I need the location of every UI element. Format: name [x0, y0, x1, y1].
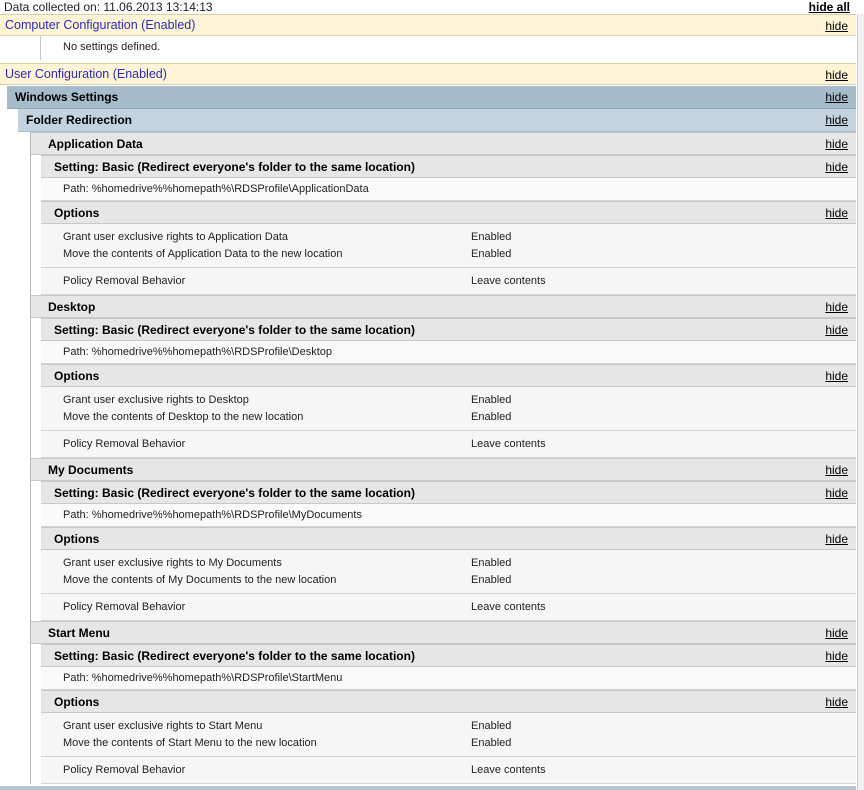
options-hide-link[interactable]: hide — [825, 369, 848, 383]
options-hide-link[interactable]: hide — [825, 532, 848, 546]
setting-title: Setting: Basic (Redirect everyone's fold… — [54, 160, 415, 174]
user-configuration-title: User Configuration (Enabled) — [5, 67, 167, 81]
move-contents-value: Enabled — [471, 737, 512, 749]
no-settings-text: No settings defined. — [63, 41, 161, 53]
setting-title: Setting: Basic (Redirect everyone's fold… — [54, 323, 415, 337]
path-row: Path: %homedrive%%homepath%\RDSProfile\D… — [41, 341, 856, 364]
policy-removal-row: Policy Removal Behavior Leave contents — [41, 268, 856, 295]
folder-header[interactable]: Start Menu hide — [31, 621, 856, 644]
folder-hide-link[interactable]: hide — [825, 463, 848, 477]
policy-removal-row: Policy Removal Behavior Leave contents — [41, 594, 856, 621]
windows-settings-hide-link[interactable]: hide — [825, 90, 848, 104]
path-text: Path: %homedrive%%homepath%\RDSProfile\M… — [63, 509, 362, 521]
move-contents-label: Move the contents of Desktop to the new … — [63, 411, 304, 423]
options-hide-link[interactable]: hide — [825, 206, 848, 220]
grant-rights-label: Grant user exclusive rights to My Docume… — [63, 557, 282, 569]
hide-all-link[interactable]: hide all — [809, 0, 850, 14]
policy-removal-label: Policy Removal Behavior — [63, 601, 186, 613]
windows-settings-header[interactable]: Windows Settings hide — [7, 86, 856, 109]
setting-header[interactable]: Setting: Basic (Redirect everyone's fold… — [41, 644, 856, 667]
folder-name: Desktop — [48, 300, 96, 314]
policy-removal-row: Policy Removal Behavior Leave contents — [41, 757, 856, 784]
folder-header[interactable]: Application Data hide — [31, 132, 856, 155]
setting-title: Setting: Basic (Redirect everyone's fold… — [54, 649, 415, 663]
path-row: Path: %homedrive%%homepath%\RDSProfile\M… — [41, 504, 856, 527]
folder-block: My Documents hide Setting: Basic (Redirect… — [30, 458, 856, 621]
options-title: Options — [54, 532, 100, 546]
folder-redirection-title: Folder Redirection — [26, 113, 133, 127]
move-contents-label: Move the contents of Start Menu to the n… — [63, 737, 317, 749]
folder-header[interactable]: Desktop hide — [31, 295, 856, 318]
computer-configuration-body: No settings defined. — [40, 36, 856, 60]
setting-header[interactable]: Setting: Basic (Redirect everyone's fold… — [41, 481, 856, 504]
computer-configuration-hide-link[interactable]: hide — [825, 19, 848, 33]
options-rights-row: Grant user exclusive rights to Applicati… — [41, 224, 856, 268]
move-contents-label: Move the contents of Application Data to… — [63, 248, 343, 260]
move-contents-label: Move the contents of My Documents to the… — [63, 574, 337, 586]
grant-rights-value: Enabled — [471, 231, 512, 243]
user-configuration-header[interactable]: User Configuration (Enabled) hide — [0, 63, 856, 85]
computer-configuration-header[interactable]: Computer Configuration (Enabled) hide — [0, 14, 856, 36]
folder-hide-link[interactable]: hide — [825, 300, 848, 314]
folder-hide-link[interactable]: hide — [825, 137, 848, 151]
options-title: Options — [54, 206, 100, 220]
data-collected-text: Data collected on: 11.06.2013 13:14:13 — [4, 0, 213, 14]
grant-rights-label: Grant user exclusive rights to Start Men… — [63, 720, 263, 732]
policy-removal-value: Leave contents — [471, 438, 546, 450]
user-configuration-hide-link[interactable]: hide — [825, 68, 848, 82]
grant-rights-label: Grant user exclusive rights to Desktop — [63, 394, 249, 406]
grant-rights-value: Enabled — [471, 557, 512, 569]
options-header[interactable]: Options hide — [41, 690, 856, 713]
folder-block: Application Data hide Setting: Basic (Redi… — [30, 132, 856, 295]
options-rights-row: Grant user exclusive rights to My Docume… — [41, 550, 856, 594]
setting-hide-link[interactable]: hide — [825, 649, 848, 663]
folder-redirection-header[interactable]: Folder Redirection hide — [18, 109, 856, 132]
move-contents-value: Enabled — [471, 574, 512, 586]
scrollbar[interactable] — [857, 14, 864, 790]
setting-hide-link[interactable]: hide — [825, 323, 848, 337]
move-contents-value: Enabled — [471, 248, 512, 260]
folder-redirection-hide-link[interactable]: hide — [825, 113, 848, 127]
move-contents-value: Enabled — [471, 411, 512, 423]
folder-name: Application Data — [48, 137, 143, 151]
policy-removal-row: Policy Removal Behavior Leave contents — [41, 431, 856, 458]
setting-header[interactable]: Setting: Basic (Redirect everyone's fold… — [41, 318, 856, 341]
folder-name: Start Menu — [48, 626, 111, 640]
setting-hide-link[interactable]: hide — [825, 486, 848, 500]
setting-hide-link[interactable]: hide — [825, 160, 848, 174]
folder-block: Start Menu hide Setting: Basic (Redirect e… — [30, 621, 856, 784]
options-title: Options — [54, 695, 100, 709]
options-hide-link[interactable]: hide — [825, 695, 848, 709]
policy-removal-label: Policy Removal Behavior — [63, 764, 186, 776]
grant-rights-label: Grant user exclusive rights to Applicati… — [63, 231, 289, 243]
path-text: Path: %homedrive%%homepath%\RDSProfile\S… — [63, 672, 343, 684]
policy-removal-label: Policy Removal Behavior — [63, 275, 186, 287]
options-rights-row: Grant user exclusive rights to Start Men… — [41, 713, 856, 757]
options-rights-row: Grant user exclusive rights to Desktop En… — [41, 387, 856, 431]
folder-block: Desktop hide Setting: Basic (Redirect ever… — [30, 295, 856, 458]
options-title: Options — [54, 369, 100, 383]
policy-removal-label: Policy Removal Behavior — [63, 438, 186, 450]
folder-name: My Documents — [48, 463, 134, 477]
path-text: Path: %homedrive%%homepath%\RDSProfile\A… — [63, 183, 369, 195]
path-row: Path: %homedrive%%homepath%\RDSProfile\S… — [41, 667, 856, 690]
bottom-border — [0, 786, 856, 790]
policy-removal-value: Leave contents — [471, 275, 546, 287]
path-text: Path: %homedrive%%homepath%\RDSProfile\D… — [63, 346, 333, 358]
policy-removal-value: Leave contents — [471, 601, 546, 613]
windows-settings-title: Windows Settings — [15, 90, 119, 104]
options-header[interactable]: Options hide — [41, 364, 856, 387]
options-header[interactable]: Options hide — [41, 201, 856, 224]
policy-removal-value: Leave contents — [471, 764, 546, 776]
folder-header[interactable]: My Documents hide — [31, 458, 856, 481]
report-header: Data collected on: 11.06.2013 13:14:13 h… — [0, 0, 864, 14]
path-row: Path: %homedrive%%homepath%\RDSProfile\A… — [41, 178, 856, 201]
folder-hide-link[interactable]: hide — [825, 626, 848, 640]
setting-title: Setting: Basic (Redirect everyone's fold… — [54, 486, 415, 500]
grant-rights-value: Enabled — [471, 394, 512, 406]
grant-rights-value: Enabled — [471, 720, 512, 732]
options-header[interactable]: Options hide — [41, 527, 856, 550]
computer-configuration-title: Computer Configuration (Enabled) — [5, 18, 196, 32]
setting-header[interactable]: Setting: Basic (Redirect everyone's fold… — [41, 155, 856, 178]
